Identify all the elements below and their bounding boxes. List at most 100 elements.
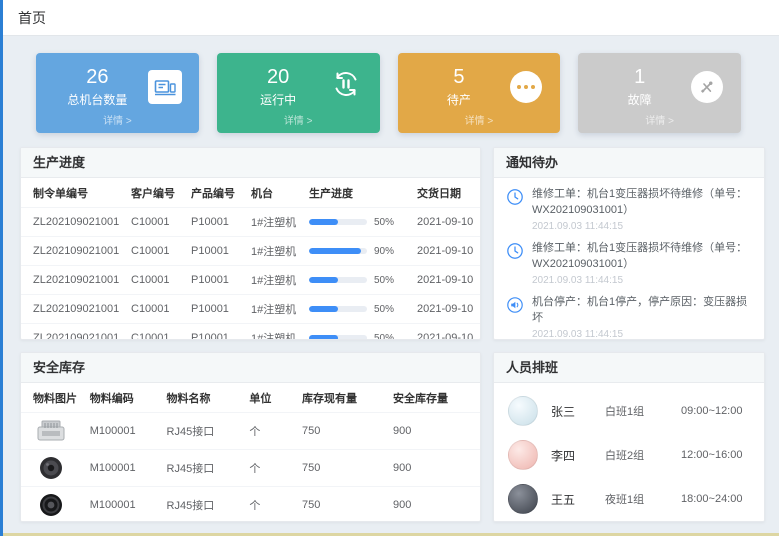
- standby-value: 5: [412, 66, 507, 88]
- delivery-date-cell: 2021-09-10: [413, 266, 481, 295]
- progress-percent: 50%: [374, 217, 394, 228]
- material-code-cell: M100001: [86, 487, 163, 523]
- production-progress-panel: 生产进度 制令单编号 客户编号 产品编号 机台 生产进度 交货日期 ZL2021…: [20, 147, 481, 340]
- standby-label: 待产: [412, 91, 507, 108]
- staff-name: 张三: [551, 403, 605, 420]
- col-product-no: 产品编号: [187, 178, 247, 208]
- product-no-cell: P10001: [187, 237, 247, 266]
- staff-shift: 白班1组: [605, 403, 681, 419]
- tab-home[interactable]: 首页: [18, 8, 46, 28]
- schedule-row: 王五 夜班1组 18:00~24:00: [494, 477, 764, 521]
- progress-bar-fill: [309, 219, 338, 225]
- progress-bar-fill: [309, 335, 338, 340]
- machine-cell: 1#注塑机: [247, 266, 305, 295]
- material-image-round-connector: [33, 455, 69, 481]
- safety-qty-cell: 900: [389, 413, 480, 450]
- clock-icon: [506, 188, 524, 206]
- col-machine: 机台: [247, 178, 305, 208]
- fault-label: 故障: [592, 91, 687, 108]
- production-table-row: ZL202109021001 C10001 P10001 1#注塑机 50% 2…: [21, 266, 481, 295]
- safety-stock-table: 物料图片 物料编码 物料名称 单位 库存现有量 安全库存量 M100001 RJ…: [21, 383, 480, 522]
- production-table-row: ZL202109021001 C10001 P10001 1#注塑机 50% 2…: [21, 208, 481, 237]
- col-progress: 生产进度: [305, 178, 413, 208]
- machine-cell: 1#注塑机: [247, 324, 305, 341]
- staff-schedule-panel: 人员排班 张三 白班1组 09:00~12:00 李四 白班2组 12:00~1…: [493, 352, 765, 522]
- unit-cell: 个: [245, 487, 298, 523]
- customer-no-cell: C10001: [127, 266, 187, 295]
- notification-time: 2021.09.03 11:44:15: [532, 275, 752, 286]
- card-fault[interactable]: 1 故障 详情 >: [578, 53, 741, 133]
- progress-percent: 50%: [374, 304, 394, 315]
- order-no-cell: ZL202109021001: [21, 208, 127, 237]
- safety-qty-cell: 900: [389, 450, 480, 487]
- safety-stock-panel: 安全库存 物料图片 物料编码 物料名称 单位 库存现有量 安全库存量: [20, 352, 481, 522]
- notification-text: 机台停产：机台1停产，停产原因：变压器损坏: [532, 295, 752, 327]
- production-table-row: ZL202109021001 C10001 P10001 1#注塑机 50% 2…: [21, 324, 481, 341]
- stock-qty-cell: 750: [298, 487, 389, 523]
- total-machines-detail-link[interactable]: 详情 >: [36, 112, 199, 133]
- stat-cards: 26 总机台数量 详情 > 20 运行中: [36, 53, 741, 133]
- col-delivery-date: 交货日期: [413, 178, 481, 208]
- material-name-cell: RJ45接口: [163, 450, 246, 487]
- customer-no-cell: C10001: [127, 295, 187, 324]
- delivery-date-cell: 2021-09-10: [413, 295, 481, 324]
- safety-qty-cell: 900: [389, 487, 480, 523]
- customer-no-cell: C10001: [127, 237, 187, 266]
- schedule-row: 张三 白班1组 09:00~12:00: [494, 389, 764, 433]
- machine-cell: 1#注塑机: [247, 295, 305, 324]
- top-tab-bar: 首页: [0, 0, 779, 36]
- product-no-cell: P10001: [187, 266, 247, 295]
- window-left-edge: [0, 0, 3, 536]
- col-material-name: 物料名称: [163, 383, 246, 413]
- speaker-icon: [506, 296, 524, 314]
- machine-cell: 1#注塑机: [247, 208, 305, 237]
- inventory-table-row: M100001 RJ45接口 个 750 900: [21, 413, 480, 450]
- card-running[interactable]: 20 运行中 详情 >: [217, 53, 380, 133]
- unit-cell: 个: [245, 413, 298, 450]
- progress-bar: [309, 219, 367, 225]
- card-total-machines[interactable]: 26 总机台数量 详情 >: [36, 53, 199, 133]
- unit-cell: 个: [245, 450, 298, 487]
- staff-shift: 白班2组: [605, 447, 681, 463]
- notifications-title: 通知待办: [494, 148, 764, 178]
- staff-avatar: [508, 484, 538, 514]
- staff-time: 09:00~12:00: [681, 405, 742, 417]
- staff-time: 18:00~24:00: [681, 493, 742, 505]
- standby-detail-link[interactable]: 详情 >: [398, 112, 561, 133]
- notifications-list: 维修工单：机台1变压器损坏待维修（单号：WX202109031001） 2021…: [494, 178, 764, 340]
- standby-ellipsis-icon: [510, 71, 542, 103]
- schedule-row: 李四 白班2组 12:00~16:00: [494, 433, 764, 477]
- production-table-row: ZL202109021001 C10001 P10001 1#注塑机 50% 2…: [21, 295, 481, 324]
- fault-detail-link[interactable]: 详情 >: [578, 112, 741, 133]
- production-table-row: ZL202109021001 C10001 P10001 1#注塑机 90% 2…: [21, 237, 481, 266]
- notification-time: 2021.09.03 11:44:15: [532, 221, 752, 232]
- col-order-no: 制令单编号: [21, 178, 127, 208]
- clock-icon: [506, 242, 524, 260]
- order-no-cell: ZL202109021001: [21, 237, 127, 266]
- product-no-cell: P10001: [187, 295, 247, 324]
- fault-value: 1: [592, 66, 687, 88]
- production-progress-table: 制令单编号 客户编号 产品编号 机台 生产进度 交货日期 ZL202109021…: [21, 178, 481, 340]
- running-detail-link[interactable]: 详情 >: [217, 112, 380, 133]
- material-image-speaker: [33, 492, 69, 518]
- notification-item[interactable]: 维修工单：机台1变压器损坏待维修（单号：WX202109031001） 2021…: [506, 241, 752, 286]
- staff-time: 12:00~16:00: [681, 449, 742, 461]
- staff-shift: 夜班1组: [605, 491, 681, 507]
- staff-avatar: [508, 396, 538, 426]
- col-safety-qty: 安全库存量: [389, 383, 480, 413]
- customer-no-cell: C10001: [127, 208, 187, 237]
- notification-item[interactable]: 机台停产：机台1停产，停产原因：变压器损坏 2021.09.03 11:44:1…: [506, 295, 752, 340]
- running-sync-icon: [328, 66, 364, 107]
- notification-item[interactable]: 维修工单：机台1变压器损坏待维修（单号：WX202109031001） 2021…: [506, 187, 752, 232]
- dashboard-panels: 生产进度 制令单编号 客户编号 产品编号 机台 生产进度 交货日期 ZL2021…: [20, 147, 765, 522]
- total-machines-value: 26: [50, 66, 145, 88]
- progress-bar: [309, 248, 367, 254]
- machine-icon: [148, 70, 182, 104]
- customer-no-cell: C10001: [127, 324, 187, 341]
- progress-bar-fill: [309, 248, 361, 254]
- col-stock-qty: 库存现有量: [298, 383, 389, 413]
- material-name-cell: RJ45接口: [163, 413, 246, 450]
- card-standby[interactable]: 5 待产 详情 >: [398, 53, 561, 133]
- inventory-table-row: M100001 RJ45接口 个 750 900: [21, 487, 480, 523]
- col-material-image: 物料图片: [21, 383, 86, 413]
